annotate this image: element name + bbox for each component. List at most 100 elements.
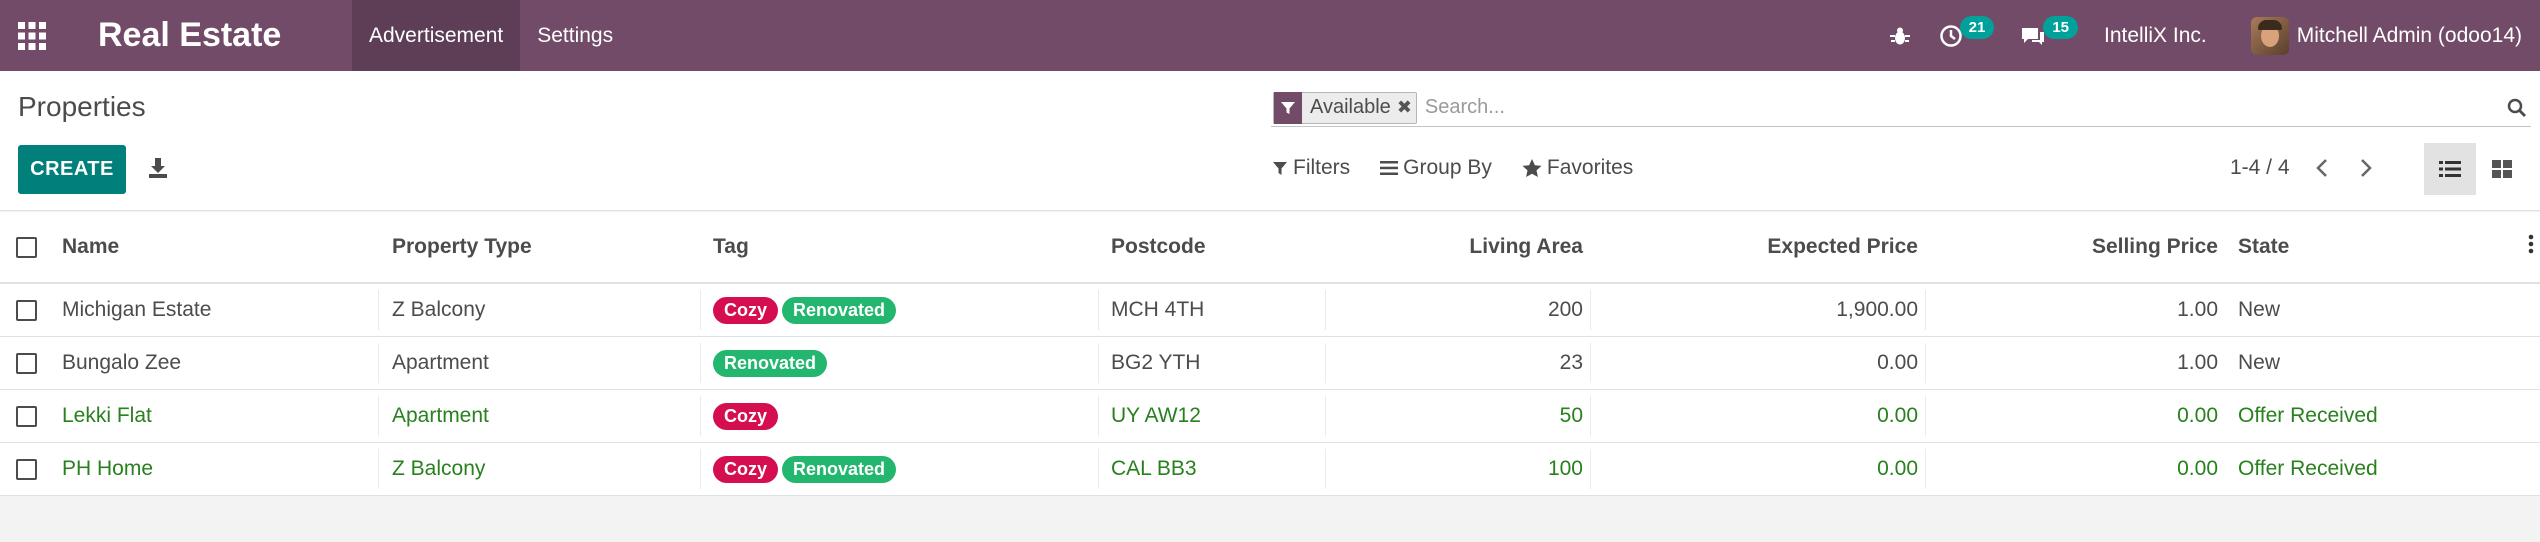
activity-count-badge: 21 [1959, 16, 1995, 39]
cell-name: PH Home [62, 457, 154, 480]
cell-selling-price: 1.00 [2177, 351, 2218, 374]
message-count-badge: 15 [2043, 16, 2078, 39]
cell-state: Offer Received [2238, 404, 2378, 427]
cell-postcode: BG2 YTH [1111, 351, 1201, 374]
pager-value[interactable]: 1-4 / 4 [2230, 156, 2290, 180]
tag-badge: Cozy [713, 296, 779, 324]
cell-name: Bungalo Zee [62, 351, 182, 374]
cell-property-type: Apartment [392, 404, 489, 427]
list-view-button[interactable] [2424, 143, 2476, 195]
debug-button[interactable] [1889, 0, 1911, 71]
cell-tags: Cozy [703, 402, 1101, 430]
chevron-right-icon [2360, 159, 2372, 177]
vertical-dots-icon [2528, 234, 2534, 254]
search-input[interactable] [1424, 96, 2505, 119]
select-all-checkbox[interactable] [0, 236, 52, 258]
user-menu[interactable]: Mitchell Admin (odoo14) [2250, 16, 2522, 55]
column-header-postcode[interactable]: Postcode [1101, 235, 1328, 259]
cell-living-area: 200 [1547, 298, 1583, 321]
column-header-selling-price[interactable]: Selling Price [1928, 235, 2228, 259]
column-header-tag[interactable]: Tag [703, 235, 1101, 259]
column-header-living-area[interactable]: Living Area [1328, 235, 1593, 259]
breadcrumb-title: Properties [18, 91, 146, 122]
cell-living-area: 23 [1559, 351, 1583, 374]
search-icon[interactable] [2505, 96, 2529, 120]
tag-badge: Cozy [713, 455, 779, 483]
star-icon [1522, 158, 1542, 177]
activity-button[interactable]: 21 [1939, 0, 1995, 71]
cell-state: New [2238, 351, 2281, 374]
cell-selling-price: 0.00 [2177, 457, 2218, 480]
filters-label: Filters [1293, 156, 1351, 179]
column-header-expected-price[interactable]: Expected Price [1593, 235, 1928, 259]
cell-expected-price: 0.00 [1877, 351, 1918, 374]
pager-previous-button[interactable] [2310, 153, 2334, 183]
filters-dropdown[interactable]: Filters [1272, 156, 1350, 180]
cell-living-area: 50 [1559, 404, 1583, 427]
row-checkbox[interactable] [0, 299, 52, 321]
cell-property-type: Z Balcony [392, 298, 486, 321]
pager-next-button[interactable] [2354, 153, 2378, 183]
menu-settings[interactable]: Settings [520, 0, 630, 71]
user-name: Mitchell Admin (odoo14) [2296, 23, 2522, 47]
cell-property-type: Apartment [392, 351, 489, 374]
cell-tags: Cozy Renovated [703, 455, 1101, 483]
app-brand[interactable]: Real Estate [98, 16, 352, 55]
favorites-dropdown[interactable]: Favorites [1522, 156, 1633, 180]
row-checkbox[interactable] [0, 458, 52, 480]
row-checkbox[interactable] [0, 352, 52, 374]
cell-name: Michigan Estate [62, 298, 212, 321]
search-facet: Available ✖ [1273, 91, 1417, 124]
export-button[interactable] [144, 153, 172, 183]
table-row[interactable]: Bungalo Zee Apartment Renovated BG2 YTH 23 0.… [0, 337, 2540, 390]
facet-value: Available [1302, 92, 1397, 123]
filter-icon [1273, 162, 1287, 175]
list-footer [0, 500, 2540, 542]
tag-badge: Renovated [782, 296, 897, 324]
tag-badge: Cozy [713, 402, 779, 430]
main-navbar: Real Estate Advertisement Settings 21 15 [0, 0, 2540, 71]
menu-advertisement[interactable]: Advertisement [352, 0, 521, 71]
cell-state: Offer Received [2238, 457, 2378, 480]
table-row[interactable]: PH Home Z Balcony Cozy Renovated CAL BB3 100 0… [0, 443, 2540, 496]
grid-icon [18, 21, 46, 50]
table-header: Name Property Type Tag Postcode Living A… [0, 212, 2540, 284]
optional-columns-button[interactable] [2468, 234, 2540, 260]
table-row[interactable]: Michigan Estate Z Balcony Cozy Renovated MCH… [0, 284, 2540, 337]
cell-name: Lekki Flat [62, 404, 152, 427]
table-row[interactable]: Lekki Flat Apartment Cozy UY AW12 50 0.00 0.00… [0, 390, 2540, 443]
facet-remove-icon[interactable]: ✖ [1396, 92, 1416, 123]
control-panel: Properties CREATE Available ✖ Filters Gr… [0, 71, 2540, 211]
company-switcher[interactable]: IntelliX Inc. [2104, 24, 2207, 48]
search-bar: Available ✖ [1271, 89, 2531, 127]
cell-property-type: Z Balcony [392, 457, 486, 480]
cell-postcode: MCH 4TH [1111, 298, 1205, 321]
filter-facet-icon [1274, 91, 1302, 124]
messages-button[interactable]: 15 [2020, 0, 2078, 71]
bars-icon [1380, 161, 1399, 175]
column-header-property-type[interactable]: Property Type [382, 235, 703, 259]
cell-postcode: UY AW12 [1111, 404, 1201, 427]
chevron-left-icon [2315, 159, 2327, 177]
group-by-dropdown[interactable]: Group By [1380, 156, 1492, 180]
cell-selling-price: 0.00 [2177, 404, 2218, 427]
cell-postcode: CAL BB3 [1111, 457, 1197, 480]
kanban-grid-icon [2492, 160, 2512, 178]
column-header-name[interactable]: Name [52, 235, 382, 259]
row-checkbox[interactable] [0, 405, 52, 427]
cell-selling-price: 1.00 [2177, 298, 2218, 321]
favorites-label: Favorites [1546, 156, 1634, 179]
cell-expected-price: 0.00 [1877, 457, 1918, 480]
list-icon [2439, 161, 2461, 177]
create-button[interactable]: CREATE [18, 145, 126, 194]
apps-menu-button[interactable] [2, 0, 62, 71]
cell-tags: Cozy Renovated [703, 296, 1101, 324]
tag-badge: Renovated [782, 455, 897, 483]
search-options: Filters Group By Favorites [1272, 153, 1663, 183]
property-list: Name Property Type Tag Postcode Living A… [0, 212, 2540, 496]
tag-badge: Renovated [713, 349, 828, 377]
download-icon [149, 158, 167, 178]
column-header-state[interactable]: State [2228, 235, 2468, 259]
cell-tags: Renovated [703, 349, 1101, 377]
kanban-view-button[interactable] [2476, 143, 2528, 195]
